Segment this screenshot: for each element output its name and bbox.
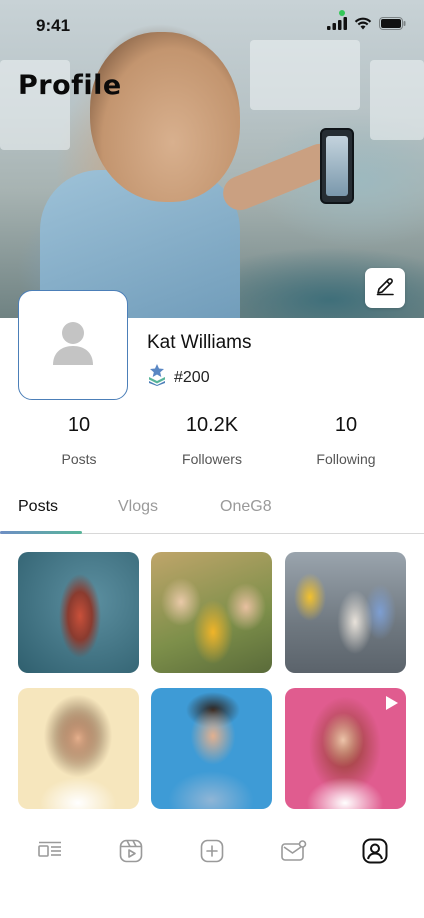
- page-title: Profile: [18, 70, 122, 101]
- camera-indicator-dot: [339, 10, 345, 16]
- stat-value: 10.2K: [185, 414, 239, 436]
- active-tab-indicator: [0, 531, 82, 534]
- edit-profile-button[interactable]: [365, 268, 405, 308]
- stat-label: Followers: [182, 451, 242, 467]
- profile-name: Kat Williams: [147, 332, 252, 353]
- pencil-icon: [375, 276, 395, 301]
- stats-row: 10 Posts 10.2K Followers 10 Following: [0, 414, 424, 474]
- stat-label: Posts: [61, 451, 97, 467]
- bottom-nav: [0, 826, 424, 878]
- wifi-icon: [354, 17, 372, 35]
- post-thumbnail[interactable]: [285, 552, 406, 673]
- feed-icon[interactable]: [37, 838, 63, 864]
- tab-oneg8[interactable]: OneG8: [220, 498, 272, 516]
- battery-icon: [379, 17, 406, 35]
- stat-value: 10: [334, 414, 358, 436]
- inbox-icon[interactable]: [281, 838, 307, 864]
- status-bar: 9:41: [0, 0, 424, 50]
- play-icon: [386, 696, 398, 710]
- post-thumbnail[interactable]: [18, 688, 139, 809]
- stat-label: Following: [316, 451, 376, 467]
- post-thumbnail[interactable]: [151, 688, 272, 809]
- profile-icon[interactable]: [362, 838, 388, 864]
- user-placeholder-icon: [51, 319, 95, 372]
- reels-icon[interactable]: [118, 838, 144, 864]
- post-thumbnail[interactable]: [18, 552, 139, 673]
- rank-value: #200: [174, 368, 210, 386]
- post-thumbnail[interactable]: [151, 552, 272, 673]
- stat-value: 10: [67, 414, 91, 436]
- stat-followers[interactable]: 10.2K Followers: [142, 414, 282, 467]
- tab-posts[interactable]: Posts: [18, 498, 58, 516]
- rank-badge-icon: [148, 364, 166, 391]
- avatar[interactable]: [18, 290, 128, 400]
- status-time: 9:41: [36, 16, 71, 35]
- post-thumbnail[interactable]: [285, 688, 406, 809]
- rank-row: #200: [148, 364, 210, 391]
- stat-posts[interactable]: 10 Posts: [9, 414, 149, 467]
- stat-following[interactable]: 10 Following: [276, 414, 416, 467]
- add-icon[interactable]: [199, 838, 225, 864]
- signal-icon: [327, 17, 347, 35]
- content-tabs: Posts Vlogs OneG8: [0, 494, 424, 534]
- tab-vlogs[interactable]: Vlogs: [118, 498, 158, 516]
